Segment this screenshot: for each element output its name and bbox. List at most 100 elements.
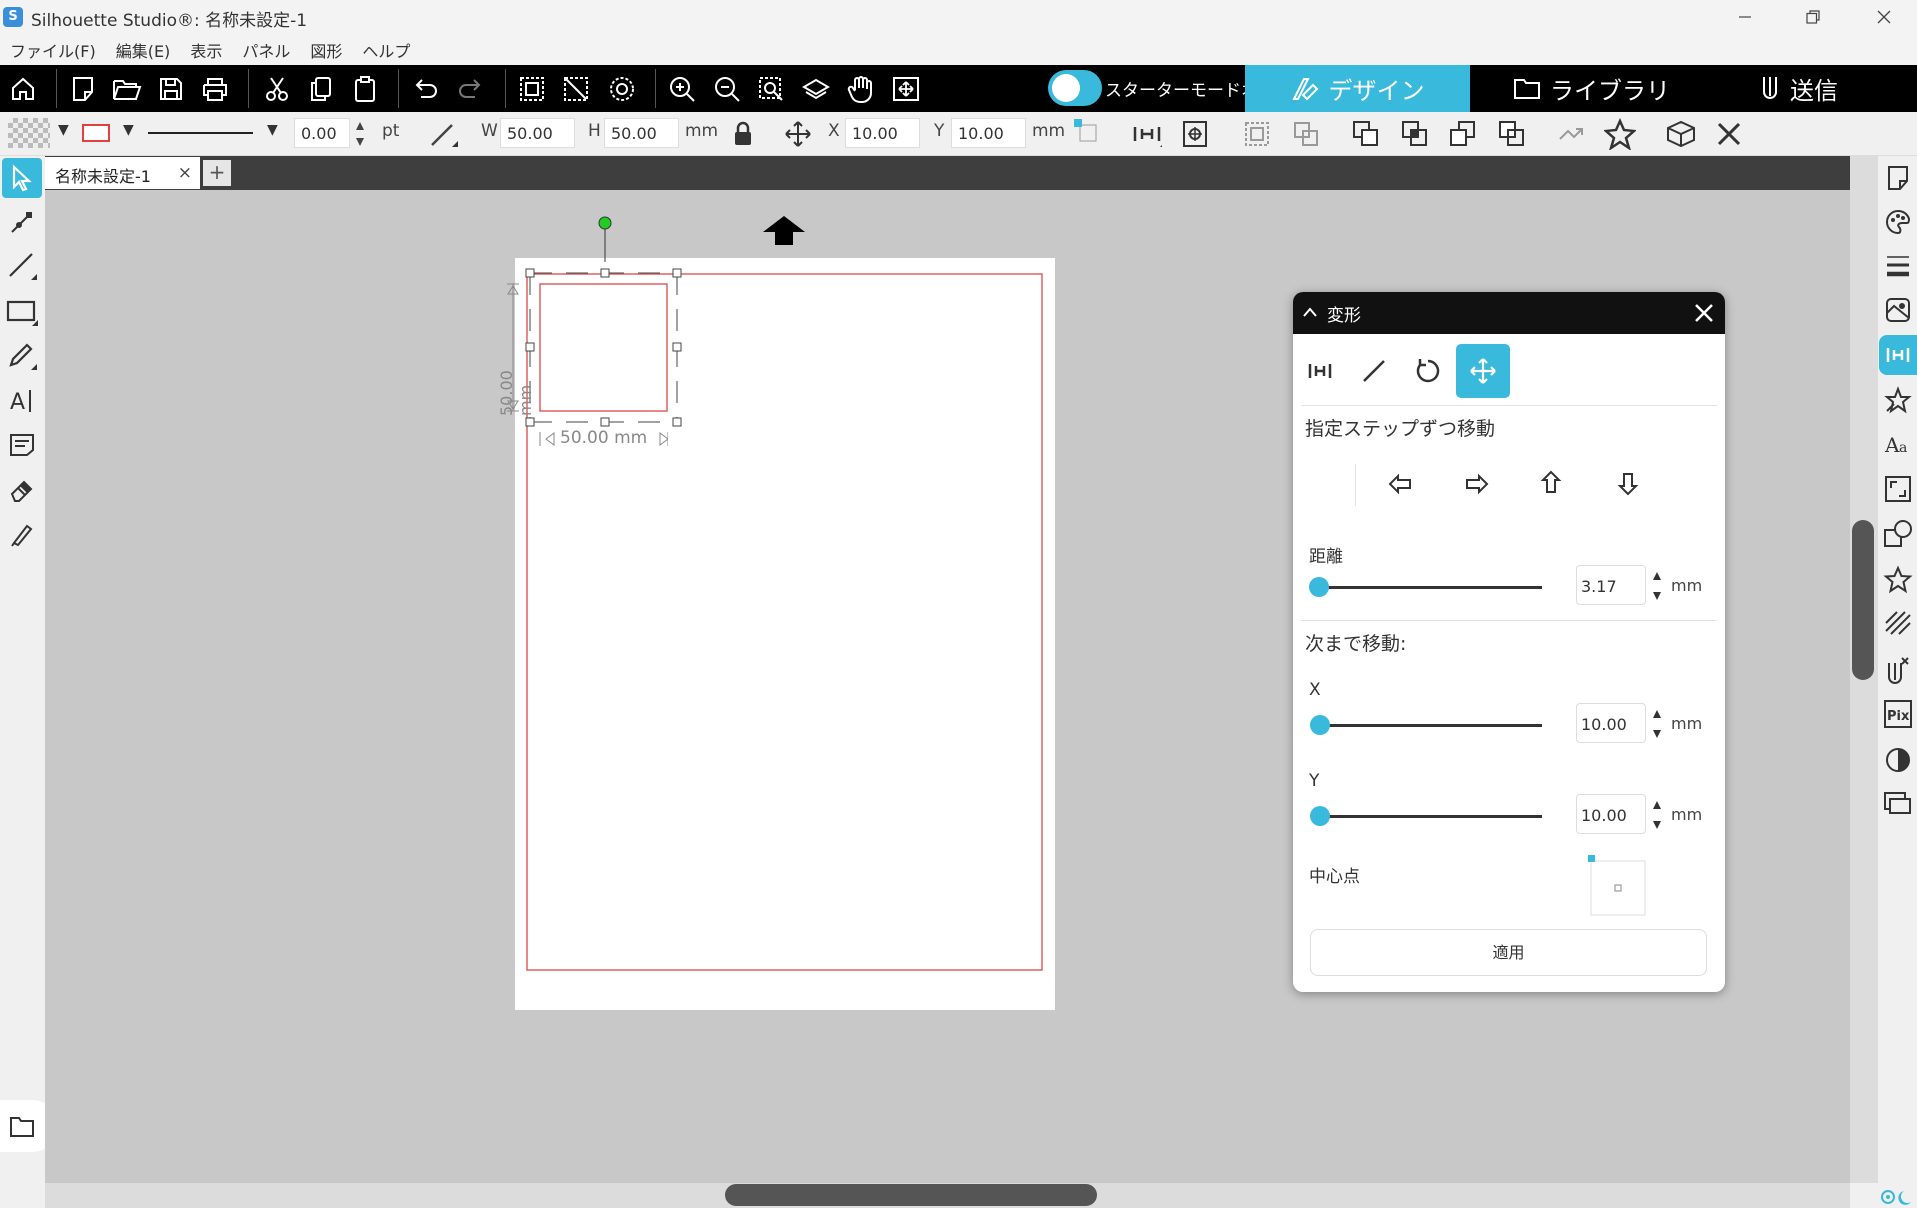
pan-button[interactable] [840, 65, 882, 112]
horizontal-scroll-thumb[interactable] [725, 1184, 1097, 1206]
cut-button[interactable] [256, 65, 298, 112]
replicate-panel-button[interactable] [1879, 380, 1917, 420]
print-button[interactable] [194, 65, 236, 112]
move-left-button[interactable] [1386, 470, 1416, 498]
menu-view[interactable]: 表示 [180, 33, 232, 65]
library-shapes-panel-button[interactable] [1879, 560, 1917, 600]
modify-panel-button[interactable] [1879, 514, 1917, 554]
contrast-panel-button[interactable] [1879, 740, 1917, 780]
move-x-stepper[interactable] [1651, 707, 1663, 741]
knife-tool[interactable] [2, 514, 42, 554]
print-cut-panel-button[interactable] [1879, 784, 1917, 824]
close-window-button[interactable] [1856, 0, 1912, 33]
move-x-input[interactable]: 10.00 [1576, 703, 1646, 743]
draw-tool[interactable] [2, 336, 42, 376]
3d-object-button[interactable] [1661, 114, 1701, 154]
stroke-dropdown-arrow[interactable]: ▼ [123, 122, 134, 138]
transform-panel-button[interactable] [1879, 335, 1917, 375]
send-backward-button[interactable] [1443, 114, 1483, 154]
group-button[interactable] [511, 65, 553, 112]
reference-point-button[interactable] [1072, 117, 1100, 145]
height-input[interactable]: 50.00 [604, 118, 679, 148]
fill-panel-button[interactable] [1879, 202, 1917, 242]
center-to-page-button[interactable] [1175, 114, 1215, 154]
favorite-button[interactable] [1600, 114, 1640, 154]
lock-aspect-button[interactable] [723, 114, 763, 154]
move-y-input[interactable]: 10.00 [1576, 794, 1646, 834]
line-style-preview[interactable] [148, 132, 253, 134]
line-style-dropdown-arrow[interactable]: ▼ [267, 122, 278, 138]
pix-scan-panel-button[interactable]: Pix [1879, 694, 1917, 734]
release-compound-button[interactable] [1551, 114, 1591, 154]
apply-button[interactable]: 適用 [1310, 929, 1707, 976]
tab-rotate[interactable] [1401, 344, 1455, 398]
chevron-up-icon[interactable] [1301, 304, 1319, 322]
select-tool[interactable] [2, 158, 42, 198]
line-style-panel-button[interactable] [1879, 246, 1917, 286]
menu-panel[interactable]: パネル [232, 33, 300, 65]
menu-file[interactable]: ファイル(F) [0, 33, 106, 65]
copy-button[interactable] [300, 65, 342, 112]
move-right-button[interactable] [1461, 470, 1491, 498]
close-tab-button[interactable]: × [178, 163, 192, 183]
y-position-input[interactable]: 10.00 [951, 118, 1026, 148]
tab-align[interactable] [1293, 344, 1347, 398]
align-button[interactable] [1127, 114, 1167, 154]
zoom-in-button[interactable] [661, 65, 703, 112]
zoom-selection-button[interactable] [750, 65, 792, 112]
undo-button[interactable] [405, 65, 447, 112]
starter-mode-toggle[interactable] [1048, 70, 1102, 106]
send-panel-button[interactable] [1879, 650, 1917, 690]
stroke-color-swatch[interactable] [82, 124, 110, 142]
open-button[interactable] [106, 65, 148, 112]
move-y-slider[interactable] [1319, 815, 1542, 818]
move-up-button[interactable] [1537, 468, 1565, 498]
offset-panel-button[interactable] [1879, 469, 1917, 509]
paste-button[interactable] [344, 65, 386, 112]
menu-shape[interactable]: 図形 [300, 33, 352, 65]
move-y-slider-knob[interactable] [1310, 806, 1330, 826]
tab-send[interactable]: 送信 [1758, 65, 1838, 112]
restore-button[interactable] [1785, 0, 1841, 33]
redo-button[interactable] [449, 65, 491, 112]
new-document-button[interactable] [62, 65, 104, 112]
distance-slider[interactable] [1319, 586, 1542, 589]
stroke-width-input[interactable]: 0.00 [294, 118, 350, 148]
eraser-tool[interactable] [2, 470, 42, 510]
line-tool[interactable] [2, 246, 42, 286]
fill-color-swatch[interactable] [8, 118, 50, 148]
x-position-input[interactable]: 10.00 [845, 118, 920, 148]
tab-library[interactable]: ライブラリ [1512, 65, 1670, 112]
text-tool[interactable]: A [2, 380, 42, 420]
ungroup-button[interactable] [555, 65, 597, 112]
distance-stepper[interactable] [1651, 569, 1663, 603]
bring-forward-button[interactable] [1395, 114, 1435, 154]
page-setup-panel-button[interactable] [1879, 158, 1917, 198]
center-point-selector[interactable] [1586, 853, 1646, 916]
stroke-width-stepper[interactable] [354, 119, 366, 149]
sketch-panel-button[interactable] [1879, 604, 1917, 644]
distance-input[interactable]: 3.17 [1576, 565, 1646, 605]
move-down-button[interactable] [1614, 468, 1642, 498]
document-tab[interactable]: 名称未設定-1 × [45, 157, 200, 189]
zoom-out-button[interactable] [706, 65, 748, 112]
delete-button[interactable] [1709, 114, 1749, 154]
group-objects-button[interactable] [1237, 114, 1277, 154]
tab-move[interactable] [1456, 344, 1510, 398]
point-edit-tool[interactable] [2, 202, 42, 242]
move-x-slider-knob[interactable] [1310, 715, 1330, 735]
text-style-tool[interactable] [2, 425, 42, 465]
menu-help[interactable]: ヘルプ [352, 33, 420, 65]
distance-slider-knob[interactable] [1309, 577, 1329, 597]
tab-scale[interactable] [1347, 344, 1401, 398]
move-view-button[interactable] [885, 65, 927, 112]
vertical-scroll-thumb[interactable] [1852, 520, 1874, 680]
bring-to-front-button[interactable] [1346, 114, 1386, 154]
menu-edit[interactable]: 編集(E) [106, 33, 181, 65]
width-input[interactable]: 50.00 [500, 118, 575, 148]
image-trace-panel-button[interactable] [1879, 290, 1917, 330]
compound-path-button[interactable] [601, 65, 643, 112]
move-y-stepper[interactable] [1651, 798, 1663, 832]
fit-to-page-button[interactable] [795, 65, 837, 112]
send-to-back-button[interactable] [1492, 114, 1532, 154]
